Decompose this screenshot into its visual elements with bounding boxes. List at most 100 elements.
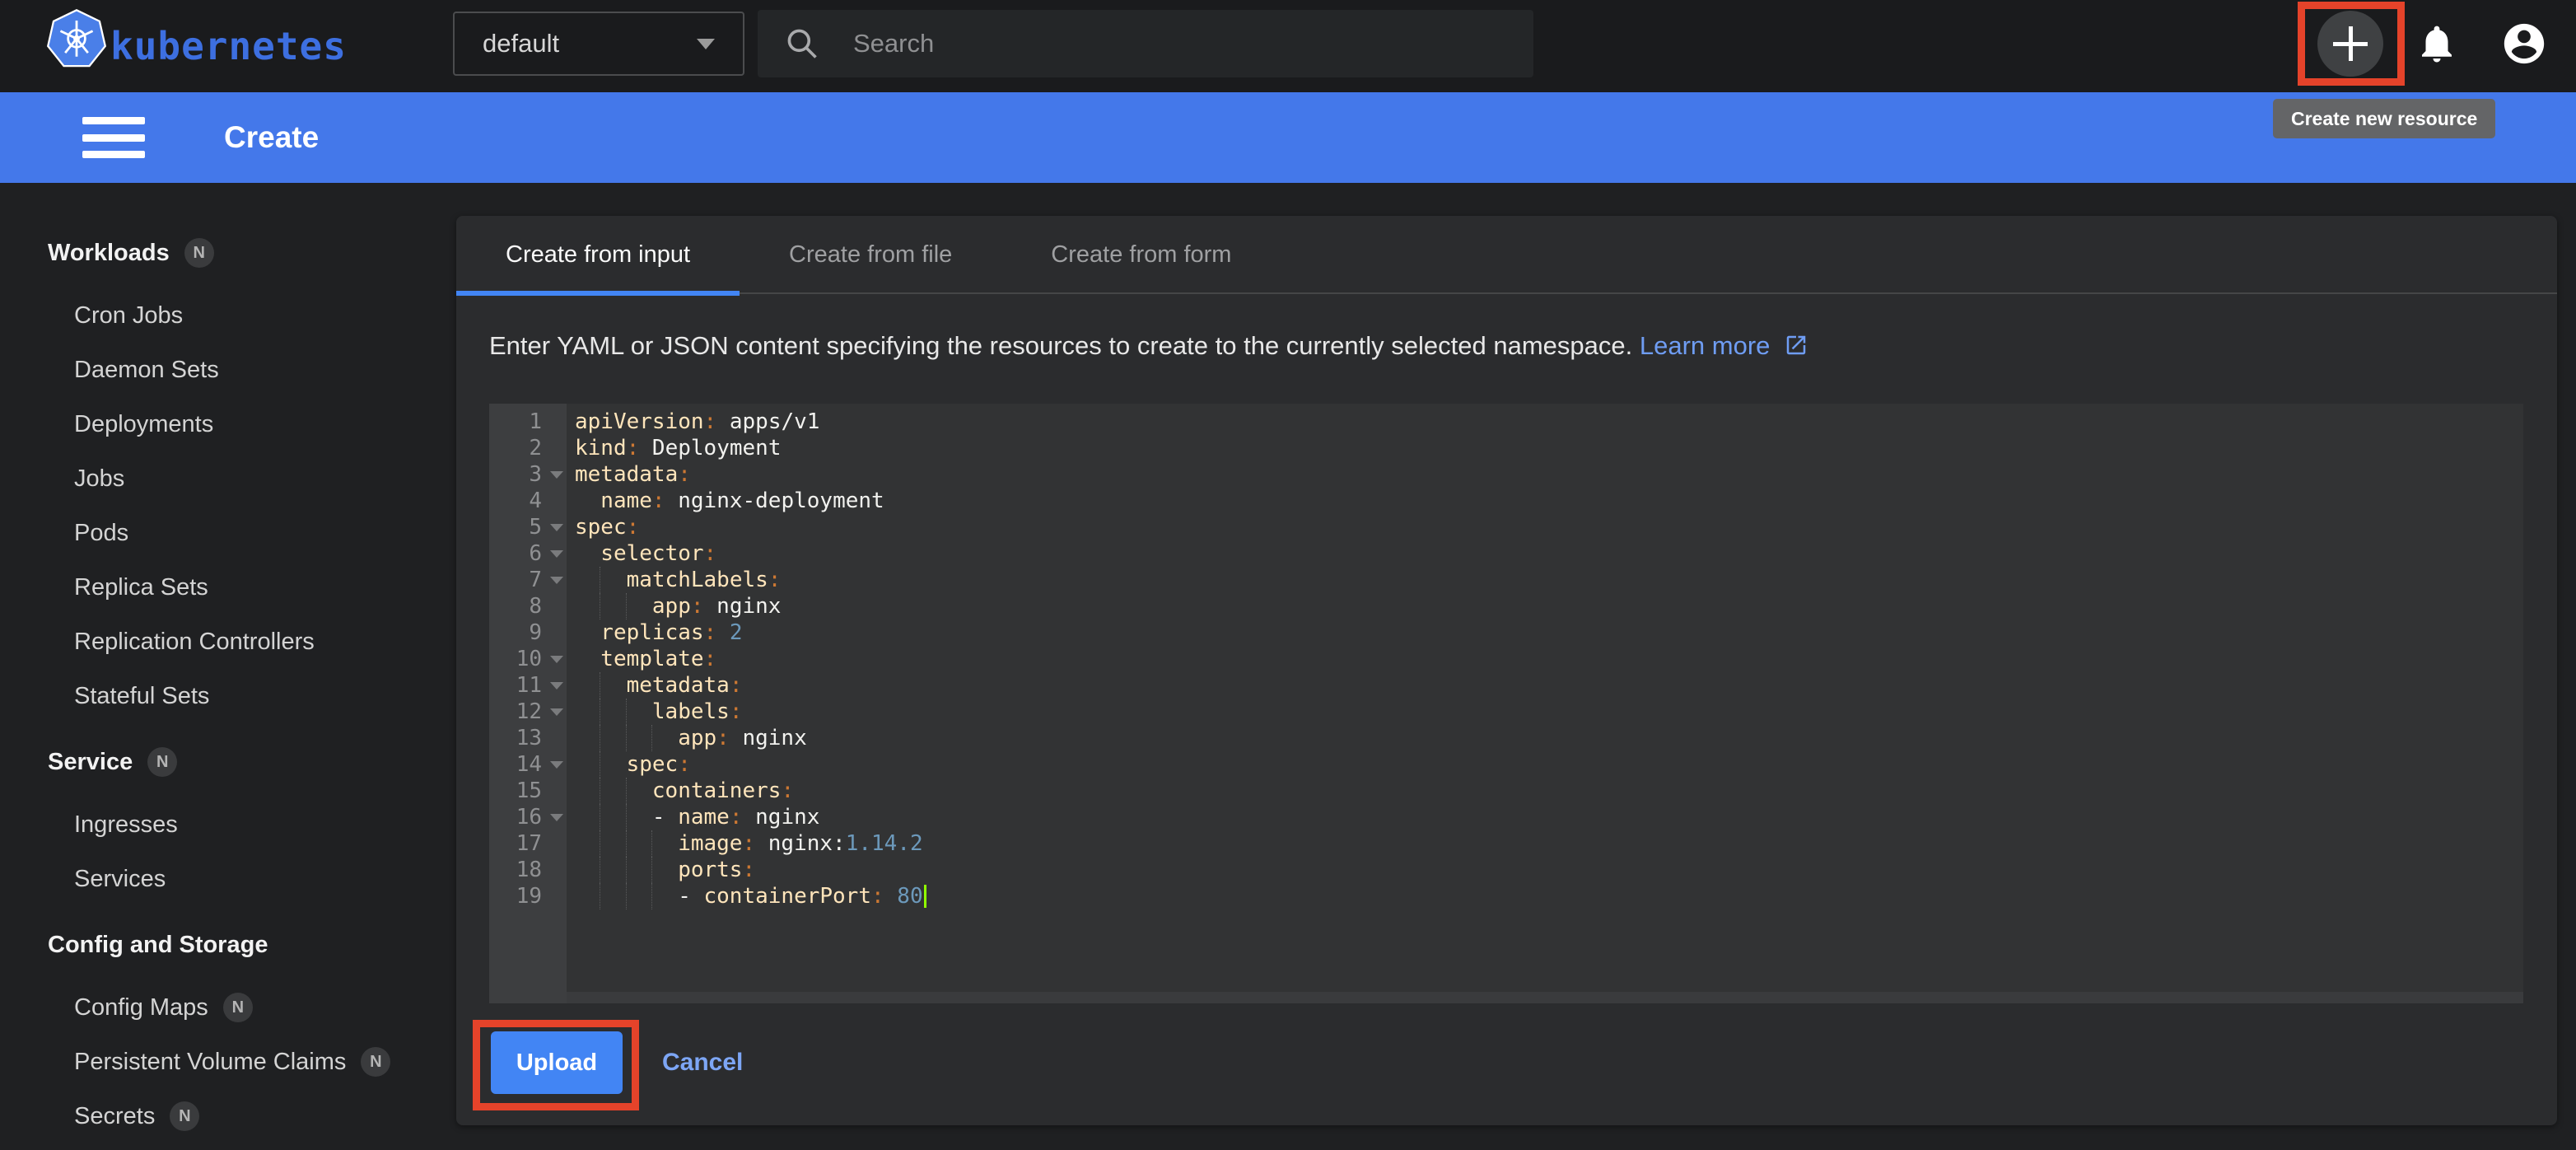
editor-code[interactable]: apiVersion: apps/v1kind: Deploymentmetad… [567,404,2523,1003]
sidebar-header-service[interactable]: ServiceN [0,735,456,789]
menu-button[interactable] [82,115,145,160]
code-token: nginx [742,805,819,830]
sidebar-item-label: Secrets [74,1103,155,1130]
sidebar-item-label: Deployments [74,411,213,438]
fold-arrow-icon[interactable] [550,577,563,584]
brand-wordmark: kubernetes [110,0,347,92]
notifications-button[interactable] [2406,13,2467,74]
sidebar-item-label: Cron Jobs [74,302,183,330]
sidebar-item-pods[interactable]: Pods [0,506,456,560]
code-token: : [781,778,794,803]
upload-button[interactable]: Upload [491,1031,623,1094]
sidebar-item-ingresses[interactable]: Ingresses [0,797,456,852]
code-line: replicas: 2 [567,619,2523,646]
create-new-resource-tooltip: Create new resource [2273,99,2495,138]
sidebar-items: IngressesServices [0,797,456,906]
create-new-resource-button[interactable] [2317,11,2383,77]
sidebar-item-config-maps[interactable]: Config MapsN [0,980,456,1035]
code-token: : [871,884,884,909]
sidebar-item-label: Replica Sets [74,574,208,601]
namespace-select[interactable]: default [453,12,744,76]
sidebar-header-config-and-storage[interactable]: Config and Storage [0,918,456,972]
fold-arrow-icon[interactable] [550,550,563,558]
line-number: 18 [516,858,542,882]
gutter-line: 15 [489,778,567,804]
sidebar-item-secrets[interactable]: Secrets N [0,1089,456,1143]
account-button[interactable] [2494,13,2555,74]
code-token: - [678,884,703,909]
sidebar-items: Cron Jobs Daemon Sets Deployments Jobs Pods R… [0,288,456,723]
learn-more-link[interactable]: Learn more [1640,331,1808,360]
chevron-down-icon [697,39,715,49]
line-number: 4 [529,489,542,513]
code-token: : [716,726,730,750]
code-token: : [678,752,691,777]
indent-guide [600,830,626,857]
sidebar-item-persistent-volume-claims[interactable]: Persistent Volume Claims N [0,1035,456,1089]
namespace-value: default [483,29,697,58]
sidebar-header-workloads[interactable]: WorkloadsN [0,226,456,280]
new-badge: N [170,1101,199,1131]
new-badge: N [361,1047,390,1077]
indent-guide [575,619,600,646]
fold-arrow-icon[interactable] [550,524,563,531]
sidebar-header-label: Service [48,749,133,776]
line-number: 15 [516,778,542,803]
indent-guide [575,857,600,883]
code-token: Deployment [639,436,781,460]
code-token: name [678,805,730,830]
gutter-line: 18 [489,857,567,883]
sidebar-item-stateful-sets[interactable]: Stateful Sets [0,669,456,723]
sidebar-item-label: Daemon Sets [74,357,219,384]
sidebar-item-cron-jobs[interactable]: Cron Jobs [0,288,456,343]
sidebar-item-daemon-sets[interactable]: Daemon Sets [0,343,456,397]
gutter-line: 5 [489,514,567,540]
code-token: apps/v1 [716,409,819,434]
indent-guide [575,540,600,567]
gutter-line: 9 [489,619,567,646]
cancel-button[interactable]: Cancel [662,1049,743,1077]
code-token: metadata [575,462,678,487]
sidebar-nav: WorkloadsN Cron Jobs Daemon Sets Deployment… [0,183,456,1150]
sidebar-item-services[interactable]: Services [0,852,456,906]
code-token: containers [652,778,782,803]
indent-guide [575,646,600,672]
fold-arrow-icon[interactable] [550,682,563,690]
tab-create-from-file[interactable]: Create from file [740,216,1001,294]
tab-create-from-input[interactable]: Create from input [456,216,740,294]
sidebar-item-label: Persistent Volume Claims [74,1049,346,1076]
search-input[interactable] [853,29,1430,58]
code-token: nginx [730,726,807,750]
form-actions: Upload Cancel [491,1031,743,1094]
indent-guide [575,804,600,830]
fold-arrow-icon[interactable] [550,708,563,716]
indent-guide [627,778,652,804]
sidebar-item-replica-sets[interactable]: Replica Sets [0,560,456,615]
indent-guide [575,567,600,593]
new-badge: N [223,993,253,1022]
yaml-editor[interactable]: 12345678910111213141516171819 apiVersion… [489,404,2523,1003]
editor-horizontal-scrollbar[interactable] [567,992,2523,1003]
indent-guide [600,778,626,804]
tab-create-from-form[interactable]: Create from form [1001,216,1281,294]
gutter-line: 13 [489,725,567,751]
fold-arrow-icon[interactable] [550,471,563,479]
code-token: : [704,647,717,671]
indent-guide [627,725,652,751]
gutter-line: 16 [489,804,567,830]
fold-arrow-icon[interactable] [550,814,563,821]
search-bar[interactable] [758,10,1533,77]
line-number: 9 [529,620,542,645]
gutter-line: 17 [489,830,567,857]
sidebar-item-deployments[interactable]: Deployments [0,397,456,451]
fold-arrow-icon[interactable] [550,761,563,769]
sidebar-item-replication-controllers[interactable]: Replication Controllers [0,615,456,669]
line-number: 6 [529,541,542,566]
code-line: apiVersion: apps/v1 [567,409,2523,435]
sidebar-item-label: Jobs [74,465,124,493]
line-number: 17 [516,831,542,856]
sidebar-item-jobs[interactable]: Jobs [0,451,456,506]
indent-guide [652,725,678,751]
fold-arrow-icon[interactable] [550,656,563,663]
indent-guide [575,883,600,909]
